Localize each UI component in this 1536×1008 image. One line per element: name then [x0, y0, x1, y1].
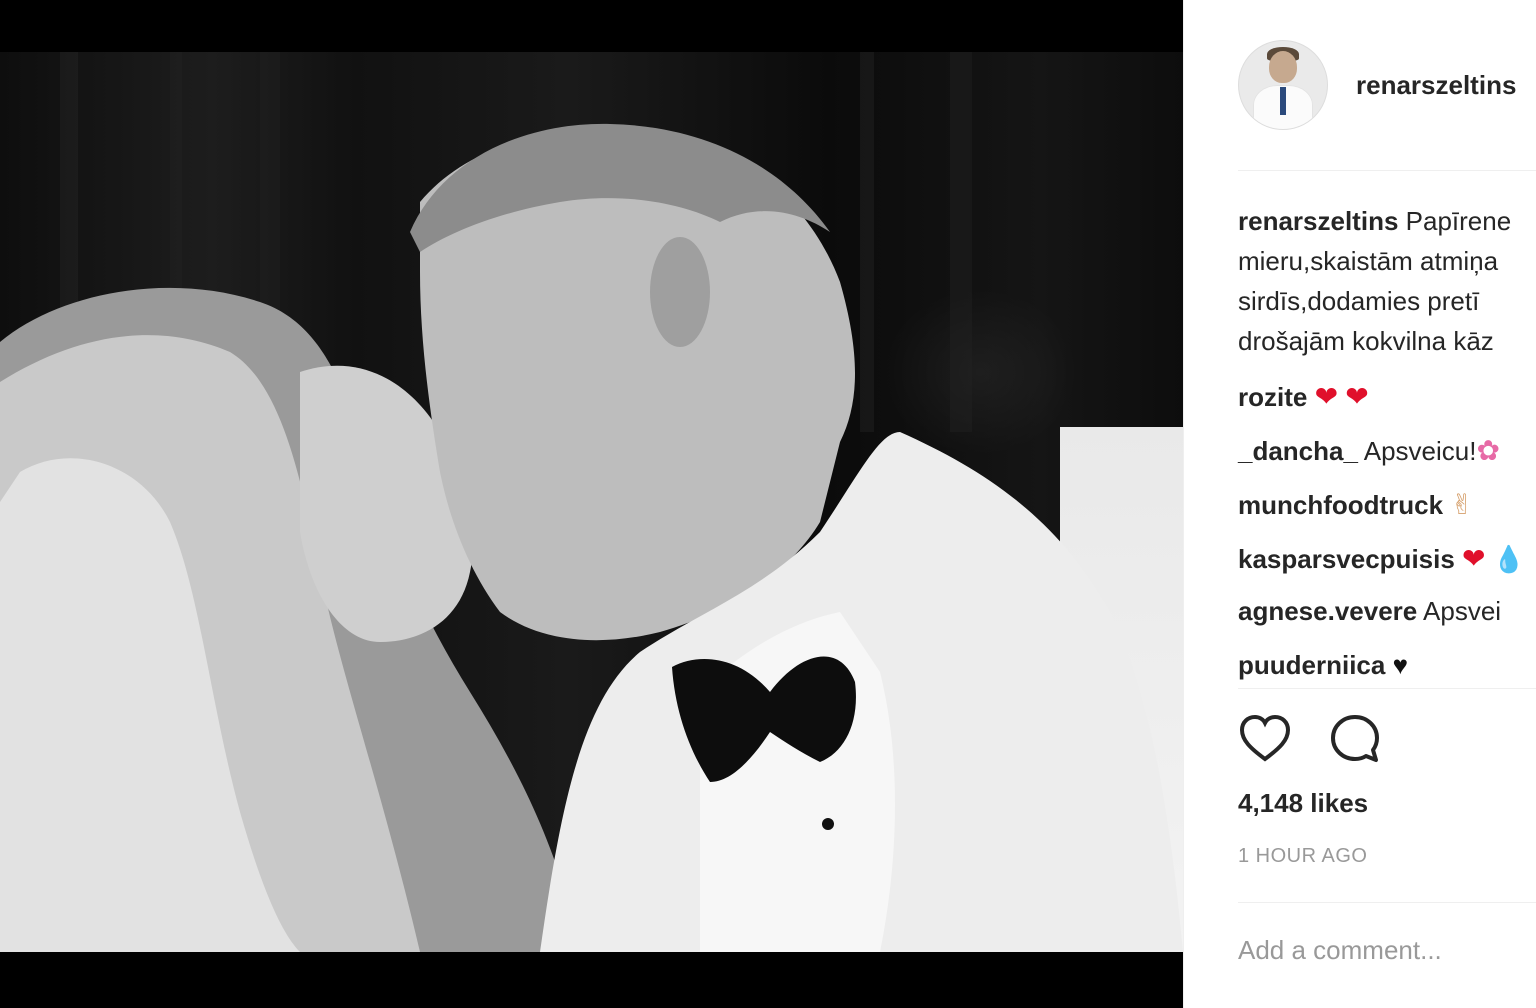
caption-username[interactable]: renarszeltins [1238, 206, 1398, 236]
comment-text: Apsvei [1423, 596, 1502, 626]
post-photo [0, 52, 1183, 952]
post-media[interactable] [0, 0, 1183, 1008]
rock-hand-icon: ✌ [1450, 489, 1474, 520]
post-details-panel: renarszeltins renarszeltins Papīrene mie… [1183, 0, 1536, 1008]
post-timestamp[interactable]: 1 HOUR AGO [1238, 845, 1367, 868]
droplet-icon: 💧 [1492, 544, 1526, 574]
header-divider [1238, 170, 1536, 171]
comment-username[interactable]: kasparsvecpuisis [1238, 544, 1455, 574]
couple-kissing-illustration [0, 52, 1183, 952]
heart-outline-icon[interactable] [1238, 712, 1292, 766]
comment-text: Apsveicu! [1363, 436, 1477, 466]
post-header: renarszeltins [1184, 0, 1536, 170]
footer-divider [1238, 902, 1536, 903]
caption-line-4: drošajām kokvilna kāz [1238, 326, 1494, 356]
comment-username[interactable]: puuderniica [1238, 650, 1385, 680]
heart-icon: ❤ [1462, 543, 1486, 574]
comment-item: munchfoodtruck ✌ [1238, 488, 1474, 521]
comment-username[interactable]: _dancha_ [1238, 436, 1358, 466]
caption-line-1: renarszeltins Papīrene [1238, 206, 1511, 237]
comment-item: kasparsvecpuisis ❤ 💧 [1238, 542, 1525, 575]
comments-divider [1238, 688, 1536, 689]
heart-icon: ❤ [1345, 381, 1369, 412]
heart-icon: ❤ [1314, 381, 1339, 412]
avatar-face [1269, 51, 1297, 83]
comment-username[interactable]: agnese.vevere [1238, 596, 1417, 626]
comment-item: agnese.vevere Apsvei [1238, 596, 1501, 627]
avatar[interactable] [1238, 40, 1328, 130]
caption-line-2: mieru,skaistām atmiņa [1238, 246, 1499, 276]
flower-icon: ✿ [1476, 435, 1500, 466]
avatar-tie [1280, 87, 1286, 115]
caption-line-3: sirdīs,dodamies pretī [1238, 286, 1480, 316]
post-author-username[interactable]: renarszeltins [1356, 70, 1516, 101]
comment-item: rozite ❤ ❤ [1238, 380, 1369, 413]
comment-item: _dancha_ Apsveicu!✿ [1238, 434, 1500, 467]
speech-bubble-icon[interactable] [1328, 712, 1382, 766]
heart-icon: ♥ [1392, 650, 1409, 680]
comment-item: puuderniica ♥ [1238, 650, 1408, 681]
caption-text-1: Papīrene [1405, 206, 1512, 236]
comment-username[interactable]: munchfoodtruck [1238, 490, 1443, 520]
comment-username[interactable]: rozite [1238, 382, 1307, 412]
add-comment-input[interactable]: Add a comment... [1238, 935, 1442, 966]
likes-count[interactable]: 4,148 likes [1238, 788, 1368, 819]
